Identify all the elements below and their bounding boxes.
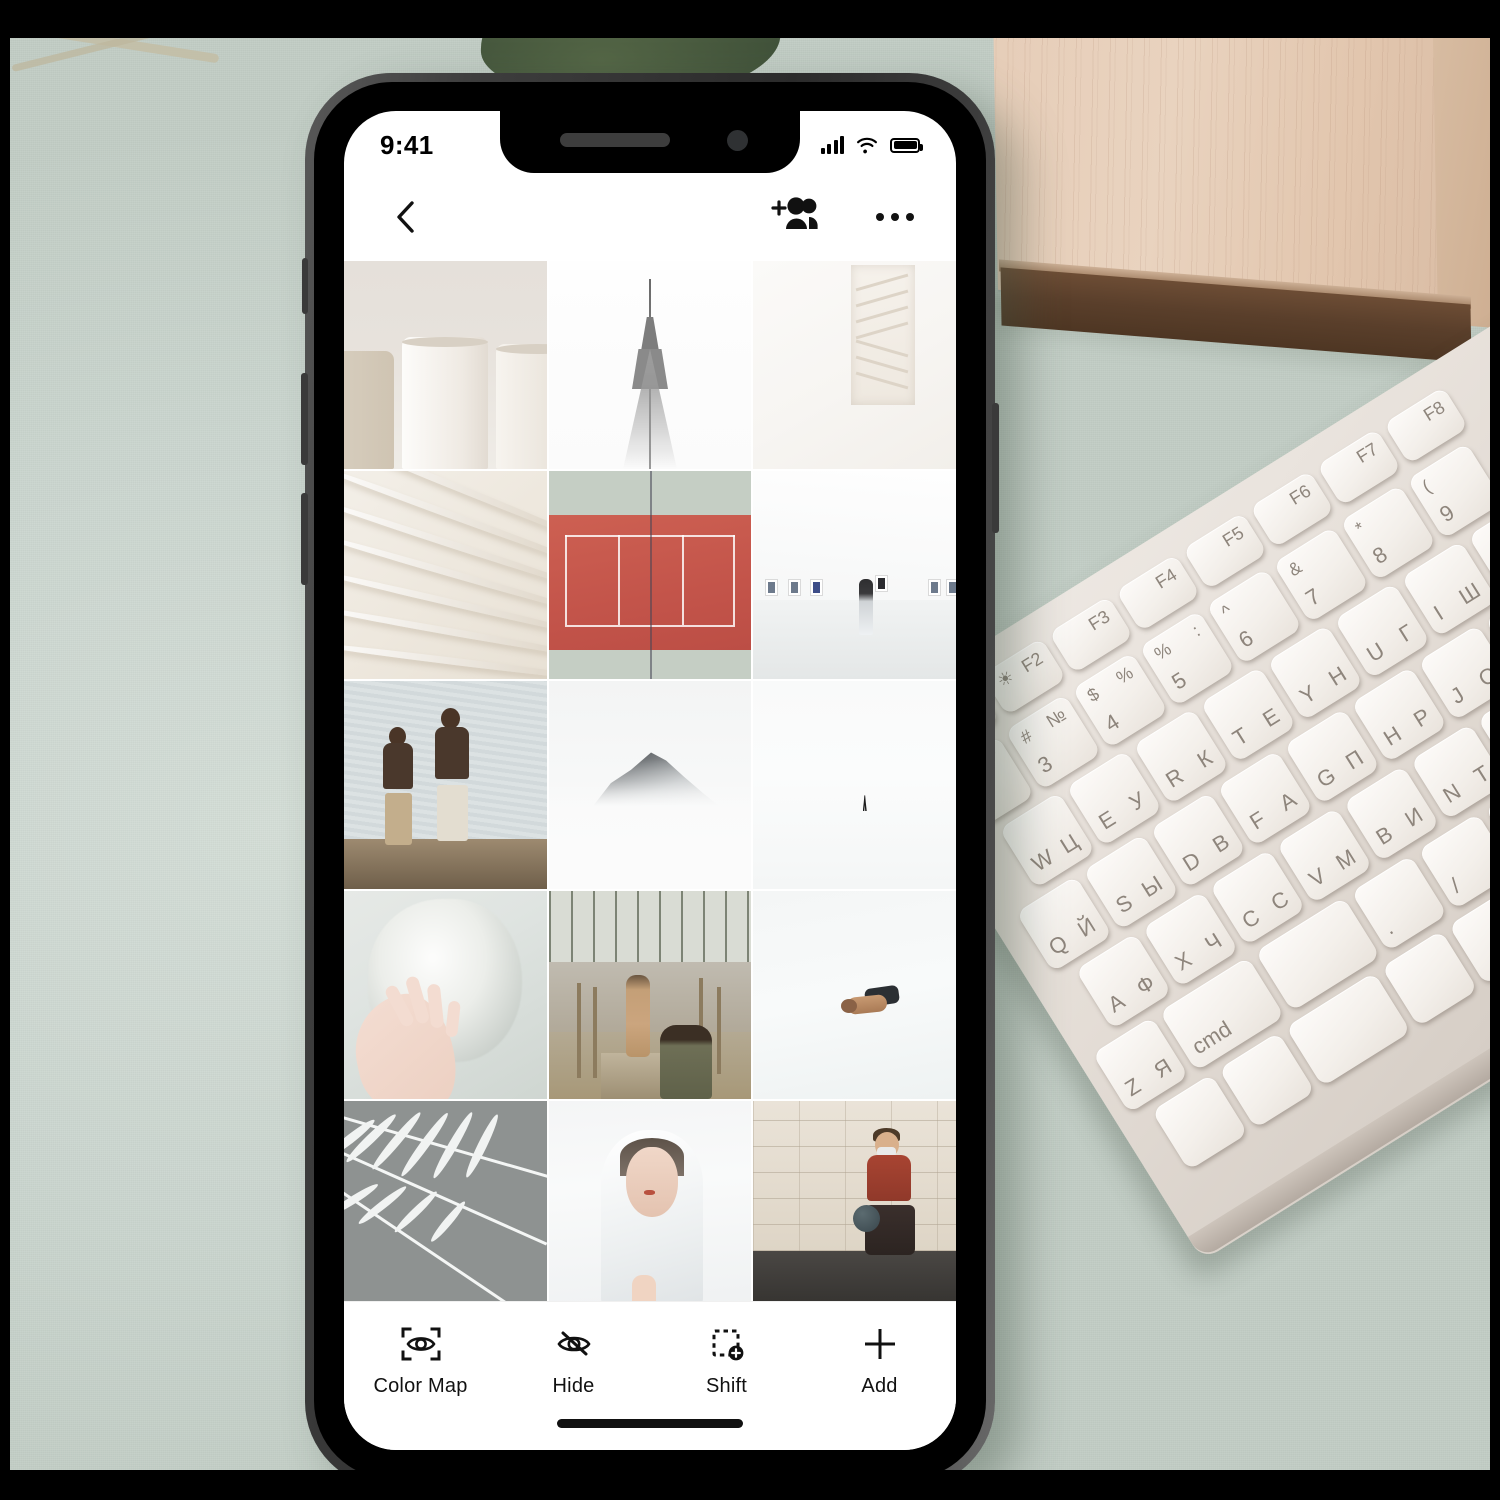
tool-add[interactable]: Add	[810, 1324, 950, 1398]
photo-tile[interactable]	[548, 261, 752, 469]
basketball-player-image	[753, 1101, 956, 1301]
wood-block	[992, 38, 1490, 428]
wood-block-side-face	[1432, 38, 1490, 334]
home-indicator[interactable]	[557, 1419, 743, 1428]
photo-tile[interactable]	[344, 891, 547, 1099]
tool-label: Shift	[705, 1375, 748, 1397]
hand-on-marble-bust-image	[344, 891, 547, 1099]
photo-tile[interactable]	[344, 261, 547, 469]
shift-dashed-square-plus-icon	[705, 1324, 749, 1364]
wifi-icon	[857, 137, 877, 154]
more-dot	[891, 213, 899, 221]
photo-tile[interactable]	[548, 891, 752, 1099]
battery-icon	[890, 137, 923, 153]
add-people-icon	[771, 196, 818, 229]
models-by-sea-image	[344, 681, 547, 889]
palm-shadow-wall-image	[344, 1101, 547, 1301]
status-bar-icons	[820, 136, 923, 154]
woman-white-veil-image	[548, 1101, 752, 1301]
scene-root: ☀F1 ☀F2 F3 F4 F5 F6 F7 F8 @"2 #№3 $%4 %:…	[0, 0, 1500, 1500]
photo-tile[interactable]	[753, 471, 956, 679]
photo-tile[interactable]	[344, 681, 547, 889]
photo-tile[interactable]	[548, 681, 752, 889]
tool-label: Color Map	[373, 1375, 468, 1397]
phone-screen: 9:41 Color Map Hide Shift Add	[344, 111, 956, 1450]
photo-tile[interactable]	[344, 471, 547, 679]
art-studio-model-image	[548, 891, 752, 1099]
back-button[interactable]	[386, 198, 424, 236]
color-map-eye-frame-icon	[399, 1324, 443, 1364]
photo-tile[interactable]	[753, 1101, 956, 1301]
smartphone: 9:41 Color Map Hide Shift Add	[301, 73, 999, 1470]
red-tennis-court-image	[548, 471, 752, 679]
foggy-mountain-image	[548, 681, 752, 889]
tool-shift[interactable]: Shift	[657, 1324, 797, 1398]
white-staircase-image	[753, 261, 956, 469]
more-dot	[876, 213, 884, 221]
photo-tile[interactable]	[344, 1101, 547, 1301]
person-lying-snow-image	[753, 891, 956, 1099]
photo-tile[interactable]	[753, 891, 956, 1099]
nav-actions	[770, 195, 914, 240]
front-camera-icon	[727, 130, 748, 151]
tool-hide[interactable]: Hide	[504, 1324, 644, 1398]
empire-state-fog-image	[548, 261, 752, 469]
power-button[interactable]	[992, 403, 999, 533]
chevron-left-icon	[397, 201, 414, 233]
photo-tile[interactable]	[753, 681, 956, 889]
photo-tile[interactable]	[548, 1101, 752, 1301]
mute-switch-button[interactable]	[302, 258, 308, 314]
ceramic-vases-image	[344, 261, 547, 469]
more-dot	[906, 213, 914, 221]
status-bar-clock: 9:41	[380, 129, 434, 160]
tool-label: Add	[861, 1375, 898, 1397]
tool-color-map[interactable]: Color Map	[351, 1324, 491, 1398]
eye-off-icon	[552, 1324, 596, 1364]
desk-surface: ☀F1 ☀F2 F3 F4 F5 F6 F7 F8 @"2 #№3 $%4 %:…	[10, 38, 1490, 1470]
sand-ripples-image	[344, 471, 547, 679]
more-options-button[interactable]	[876, 213, 914, 221]
photo-grid	[344, 261, 956, 1301]
app-nav-bar	[344, 173, 956, 261]
volume-down-button[interactable]	[301, 493, 308, 585]
lone-walker-snow-image	[753, 681, 956, 889]
cellular-signal-icon	[820, 136, 844, 154]
white-gallery-image	[753, 471, 956, 679]
add-people-button[interactable]	[770, 195, 826, 240]
volume-up-button[interactable]	[301, 373, 308, 465]
earpiece-speaker	[560, 133, 670, 147]
tool-label: Hide	[552, 1375, 595, 1397]
photo-tile[interactable]	[753, 261, 956, 469]
plus-icon	[858, 1324, 902, 1364]
phone-notch	[500, 111, 800, 173]
photo-tile[interactable]	[548, 471, 752, 679]
